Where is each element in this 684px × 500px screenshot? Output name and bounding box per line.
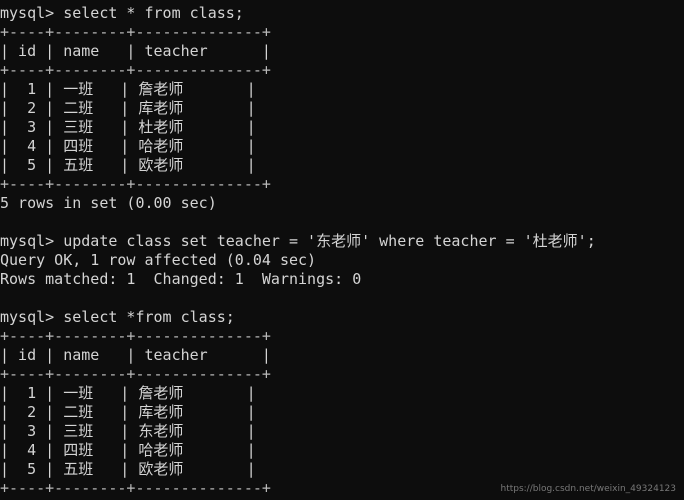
terminal-line: +----+--------+--------------+ xyxy=(0,175,271,193)
terminal-line: mysql> select * from class; xyxy=(0,4,244,22)
terminal-line: Rows matched: 1 Changed: 1 Warnings: 0 xyxy=(0,270,362,288)
terminal-line: | 5 | 五班 | 欧老师 | xyxy=(0,460,256,478)
terminal-line: | 3 | 三班 | 杜老师 | xyxy=(0,118,256,136)
terminal-line: | 2 | 二班 | 库老师 | xyxy=(0,99,256,117)
terminal-line: | 2 | 二班 | 库老师 | xyxy=(0,403,256,421)
watermark-url: https://blog.csdn.net/weixin_49324123 xyxy=(500,484,676,494)
terminal-line: +----+--------+--------------+ xyxy=(0,23,271,41)
terminal-line: Query OK, 1 row affected (0.04 sec) xyxy=(0,251,317,269)
terminal-line: | 1 | 一班 | 詹老师 | xyxy=(0,384,256,402)
terminal-line: | 5 | 五班 | 欧老师 | xyxy=(0,156,256,174)
terminal-line: mysql> select *from class; xyxy=(0,308,235,326)
terminal-line: 5 rows in set (0.00 sec) xyxy=(0,194,217,212)
terminal-line: +----+--------+--------------+ xyxy=(0,327,271,345)
terminal-line: +----+--------+--------------+ xyxy=(0,61,271,79)
terminal-line: mysql> update class set teacher = '东老师' … xyxy=(0,232,596,250)
terminal-line: | 4 | 四班 | 哈老师 | xyxy=(0,441,256,459)
terminal-output[interactable]: mysql> select * from class; +----+-------… xyxy=(0,0,684,500)
terminal-line: | 3 | 三班 | 东老师 | xyxy=(0,422,256,440)
terminal-line: | 1 | 一班 | 詹老师 | xyxy=(0,80,256,98)
terminal-line: | id | name | teacher | xyxy=(0,346,271,364)
terminal-line: +----+--------+--------------+ xyxy=(0,365,271,383)
terminal-line: | 4 | 四班 | 哈老师 | xyxy=(0,137,256,155)
terminal-line: | id | name | teacher | xyxy=(0,42,271,60)
